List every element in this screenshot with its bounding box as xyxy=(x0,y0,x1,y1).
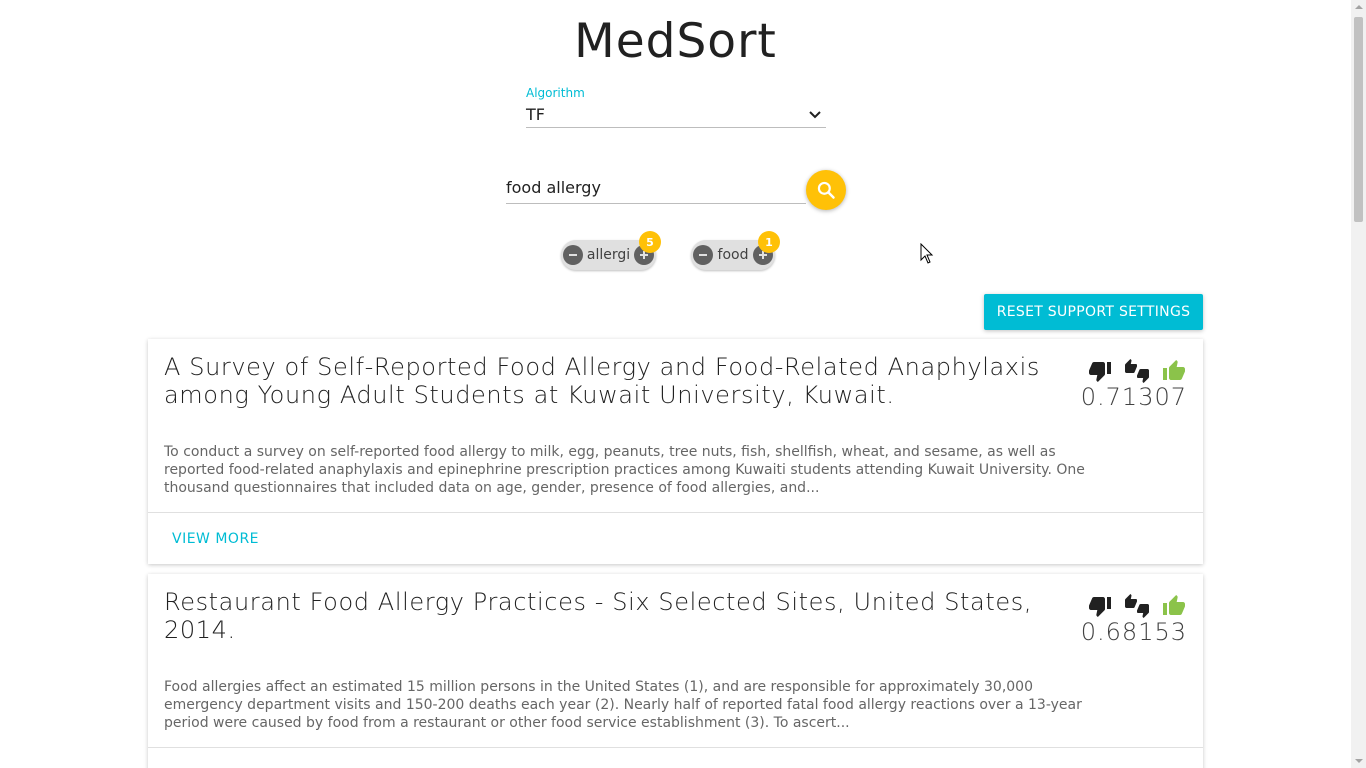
rating-controls xyxy=(1087,359,1187,383)
result-title: A Survey of Self-Reported Food Allergy a… xyxy=(164,353,1040,409)
search-button[interactable] xyxy=(806,170,846,210)
chip-allergi: allergi 5 xyxy=(561,231,661,270)
algorithm-label: Algorithm xyxy=(526,86,585,100)
minus-circle-icon[interactable] xyxy=(563,245,583,265)
result-card: A Survey of Self-Reported Food Allergy a… xyxy=(148,339,1203,564)
scrollbar-thumb[interactable] xyxy=(1354,17,1363,222)
thumb-down-icon[interactable] xyxy=(1087,594,1113,618)
mouse-cursor-icon xyxy=(920,243,934,264)
relevance-score: 0.71307 xyxy=(1080,383,1187,411)
rating-controls xyxy=(1087,594,1187,618)
scroll-up-icon[interactable] xyxy=(1355,5,1363,9)
reset-support-settings-button[interactable]: RESET SUPPORT SETTINGS xyxy=(984,294,1203,330)
scroll-down-icon[interactable] xyxy=(1355,759,1363,763)
chevron-down-icon xyxy=(809,111,821,119)
algorithm-value: TF xyxy=(526,105,545,124)
page-scrollbar[interactable] xyxy=(1351,0,1366,768)
thumb-down-icon[interactable] xyxy=(1087,359,1113,383)
page: MedSort Algorithm TF allergi 5 food xyxy=(0,0,1351,768)
thumb-up-icon[interactable] xyxy=(1161,359,1187,383)
result-card: Restaurant Food Allergy Practices - Six … xyxy=(148,574,1203,768)
chip-term: allergi xyxy=(586,247,631,263)
search-input[interactable] xyxy=(506,168,802,202)
result-abstract: To conduct a survey on self-reported foo… xyxy=(164,444,1085,496)
thumbs-up-down-icon[interactable] xyxy=(1124,594,1150,618)
thumbs-up-down-icon[interactable] xyxy=(1124,359,1150,383)
card-divider xyxy=(148,512,1203,513)
chip-count-badge: 5 xyxy=(639,231,661,253)
algorithm-select[interactable]: Algorithm TF xyxy=(526,86,826,128)
view-more-link[interactable]: VIEW MORE xyxy=(172,531,259,547)
search-icon xyxy=(817,181,835,199)
thumb-up-icon[interactable] xyxy=(1161,594,1187,618)
relevance-score: 0.68153 xyxy=(1080,618,1187,646)
result-title: Restaurant Food Allergy Practices - Six … xyxy=(164,588,1033,644)
app-title: MedSort xyxy=(574,14,777,69)
chip-food: food 1 xyxy=(691,231,780,270)
card-divider xyxy=(148,747,1203,748)
result-abstract: Food allergies affect an estimated 15 mi… xyxy=(164,679,1082,731)
search-field xyxy=(506,168,806,204)
chip-count-badge: 1 xyxy=(758,231,780,253)
minus-circle-icon[interactable] xyxy=(693,245,713,265)
chip-term: food xyxy=(717,247,749,263)
